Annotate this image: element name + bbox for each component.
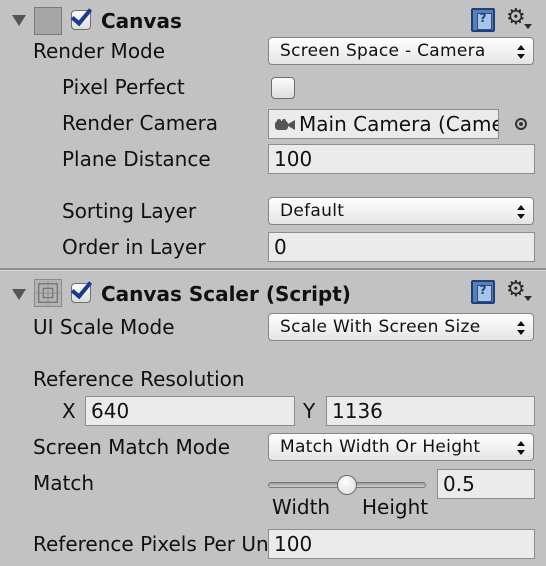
sorting-layer-value: Default: [280, 201, 345, 221]
match-slider-thumb[interactable]: [337, 475, 357, 495]
canvas-component-title: Canvas: [101, 9, 182, 33]
reference-resolution-y-field[interactable]: 1136: [326, 396, 535, 426]
match-max-label: Height: [362, 495, 429, 519]
help-book-icon[interactable]: ?: [471, 280, 495, 304]
screen-match-mode-dropdown[interactable]: Match Width Or Height: [268, 433, 534, 461]
match-label: Match: [33, 471, 95, 495]
component-separator: [0, 268, 546, 271]
reference-pixels-per-unit-field[interactable]: 100: [268, 529, 535, 559]
plane-distance-field[interactable]: 100: [268, 144, 535, 174]
pixel-perfect-checkbox[interactable]: [271, 77, 295, 99]
render-camera-label: Render Camera: [62, 111, 219, 135]
sorting-layer-label: Sorting Layer: [62, 199, 197, 223]
help-book-icon[interactable]: ?: [471, 8, 495, 32]
gear-caret-icon: [524, 24, 532, 29]
render-mode-value: Screen Space - Camera: [280, 41, 486, 61]
dropdown-arrows-icon: [517, 45, 525, 59]
dropdown-arrows-icon: [517, 205, 525, 219]
gear-caret-icon: [524, 296, 532, 301]
check-icon: [70, 276, 93, 300]
render-camera-value: Main Camera (Camera): [299, 112, 498, 136]
plane-distance-label: Plane Distance: [62, 147, 211, 171]
object-picker-icon[interactable]: [515, 118, 527, 130]
gear-icon[interactable]: ⚙: [506, 279, 526, 301]
order-in-layer-field[interactable]: 0: [268, 232, 535, 262]
match-min-label: Width: [272, 495, 331, 519]
canvas-component-icon: [34, 7, 62, 35]
reference-resolution-label: Reference Resolution: [33, 367, 245, 391]
ui-scale-mode-dropdown[interactable]: Scale With Screen Size: [268, 313, 534, 341]
canvas-enabled-checkbox[interactable]: [70, 3, 93, 30]
canvas-foldout-arrow-icon[interactable]: [12, 15, 26, 26]
canvas-scaler-component-title: Canvas Scaler (Script): [101, 282, 351, 306]
match-value-field[interactable]: 0.5: [437, 469, 535, 499]
check-icon: [70, 3, 93, 27]
pixel-perfect-label: Pixel Perfect: [62, 75, 185, 99]
canvas-scaler-component-icon: [34, 279, 62, 307]
render-mode-dropdown[interactable]: Screen Space - Camera: [268, 37, 534, 65]
dropdown-arrows-icon: [517, 441, 525, 455]
reference-resolution-x-field[interactable]: 640: [85, 396, 295, 426]
camera-icon: [275, 119, 295, 130]
gear-icon[interactable]: ⚙: [506, 7, 526, 29]
ui-scale-mode-value: Scale With Screen Size: [280, 317, 481, 337]
reference-pixels-per-unit-label: Reference Pixels Per Unit: [33, 532, 268, 556]
sorting-layer-dropdown[interactable]: Default: [268, 197, 534, 225]
render-camera-field[interactable]: Main Camera (Camera): [268, 109, 499, 139]
reference-resolution-y-label: Y: [303, 399, 316, 423]
ui-scale-mode-label: UI Scale Mode: [33, 315, 175, 339]
canvas-scaler-enabled-checkbox[interactable]: [70, 276, 93, 303]
dropdown-arrows-icon: [517, 321, 525, 335]
screen-match-mode-value: Match Width Or Height: [280, 437, 481, 457]
screen-match-mode-label: Screen Match Mode: [33, 435, 230, 459]
order-in-layer-label: Order in Layer: [62, 235, 206, 259]
canvas-scaler-foldout-arrow-icon[interactable]: [12, 289, 26, 300]
reference-resolution-x-label: X: [62, 399, 76, 423]
render-mode-label: Render Mode: [33, 39, 166, 63]
